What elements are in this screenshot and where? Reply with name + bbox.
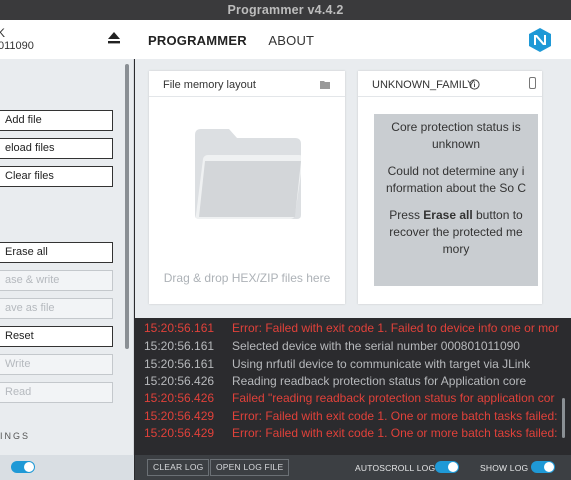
log-time: 15:20:56.426 [144, 374, 215, 388]
log-text: Error: Failed with exit code 1. One or m… [232, 409, 558, 423]
log-line: 15:20:56.426 Reading readback protection … [144, 374, 526, 388]
window-titlebar: Programmer v4.4.2 [0, 0, 571, 20]
log-line: 15:20:56.426 Failed "reading readback pro… [144, 391, 554, 405]
folder-small-icon[interactable] [320, 80, 331, 89]
log-line: 15:20:56.161 Selected device with the ser… [144, 339, 520, 353]
log-text: Selected device with the serial number 0… [232, 339, 520, 353]
eject-icon[interactable] [107, 31, 121, 45]
reset-button[interactable]: Reset [0, 326, 113, 347]
read-button[interactable]: Read [0, 382, 113, 403]
main-nav: PROGRAMMER ABOUT [148, 33, 332, 48]
sidebar-toggle[interactable] [11, 461, 35, 473]
log-time: 15:20:56.161 [144, 357, 215, 371]
file-drop-zone[interactable]: Drag & drop HEX/ZIP files here [149, 97, 345, 304]
protection-status-box: Core protection status is unknown Could … [374, 114, 538, 286]
reload-files-button[interactable]: eload files [0, 138, 113, 159]
erase-hint-bold: Erase all [423, 208, 473, 222]
app-header: K 011090 PROGRAMMER ABOUT [0, 20, 571, 59]
erase-hint-text: Press Erase all button to recover the pr… [380, 207, 532, 258]
main-content: File memory layout Drag & drop HEX/ZIP f… [135, 59, 571, 318]
file-memory-header: File memory layout [149, 71, 345, 97]
device-family-title: UNKNOWN_FAMILY [372, 79, 475, 91]
write-button[interactable]: Write [0, 354, 113, 375]
clear-files-button[interactable]: Clear files [0, 166, 113, 187]
device-info-header: UNKNOWN_FAMILY [358, 71, 542, 97]
file-memory-title: File memory layout [163, 79, 256, 91]
nordic-logo-icon [529, 28, 551, 52]
protection-status-text: Core protection status is unknown [391, 120, 521, 151]
sidebar-scrollbar[interactable] [125, 64, 129, 349]
window-title: Programmer v4.4.2 [227, 3, 344, 17]
settings-section-label: INGS [0, 431, 31, 441]
add-file-button[interactable]: Add file [0, 110, 113, 131]
device-info-card: UNKNOWN_FAMILY Core protection status is… [358, 71, 542, 304]
erase-hint-prefix: Press [389, 208, 424, 222]
autoscroll-log-toggle[interactable] [435, 461, 459, 473]
log-line: 15:20:56.429 Error: Failed with exit code… [144, 426, 557, 440]
log-text: Error: Failed with exit code 1. Failed t… [232, 321, 559, 335]
log-text: Error: Failed with exit code 1. One or m… [232, 426, 558, 440]
toggle-knob [544, 462, 554, 472]
clear-log-button[interactable]: CLEAR LOG [147, 459, 210, 476]
show-log-toggle[interactable] [531, 461, 555, 473]
log-toolbar: CLEAR LOG OPEN LOG FILE AUTOSCROLL LOG S… [135, 455, 571, 480]
toggle-knob [24, 462, 34, 472]
autoscroll-log-label: AUTOSCROLL LOG [355, 463, 436, 473]
log-time: 15:20:56.161 [144, 321, 215, 335]
device-chip-icon [529, 77, 536, 89]
erase-write-button[interactable]: ase & write [0, 270, 113, 291]
erase-all-button[interactable]: Erase all [0, 242, 113, 263]
save-as-file-button[interactable]: ave as file [0, 298, 113, 319]
log-scrollbar[interactable] [562, 398, 565, 438]
device-info-error-text: Could not determine any i nformation abo… [385, 164, 527, 195]
log-line: 15:20:56.161 Error: Failed with exit code… [144, 321, 559, 335]
log-text: Reading readback protection status for A… [232, 374, 527, 388]
info-icon[interactable] [469, 79, 480, 90]
log-time: 15:20:56.429 [144, 426, 215, 440]
show-log-label: SHOW LOG [480, 463, 529, 473]
log-text: Failed "reading readback protection stat… [232, 391, 555, 405]
log-time: 15:20:56.161 [144, 339, 215, 353]
open-log-file-button[interactable]: OPEN LOG FILE [210, 459, 290, 476]
device-name: K [0, 26, 6, 40]
log-text: Using nrfutil device to communicate with… [232, 357, 531, 371]
folder-icon [195, 129, 304, 219]
toggle-knob [448, 462, 458, 472]
log-time: 15:20:56.426 [144, 391, 215, 405]
log-panel: 15:20:56.161 Error: Failed with exit code… [135, 318, 571, 455]
tab-programmer[interactable]: PROGRAMMER [148, 33, 247, 48]
log-line: 15:20:56.161 Using nrfutil device to comm… [144, 357, 530, 371]
device-serial: 011090 [0, 40, 34, 52]
file-memory-card: File memory layout Drag & drop HEX/ZIP f… [149, 71, 345, 304]
sidebar-footer [0, 455, 134, 480]
sidebar: Add file eload files Clear files Erase a… [0, 59, 134, 480]
log-line: 15:20:56.429 Error: Failed with exit code… [144, 409, 557, 423]
tab-about[interactable]: ABOUT [268, 33, 314, 48]
drop-files-text: Drag & drop HEX/ZIP files here [163, 271, 331, 285]
log-time: 15:20:56.429 [144, 409, 215, 423]
